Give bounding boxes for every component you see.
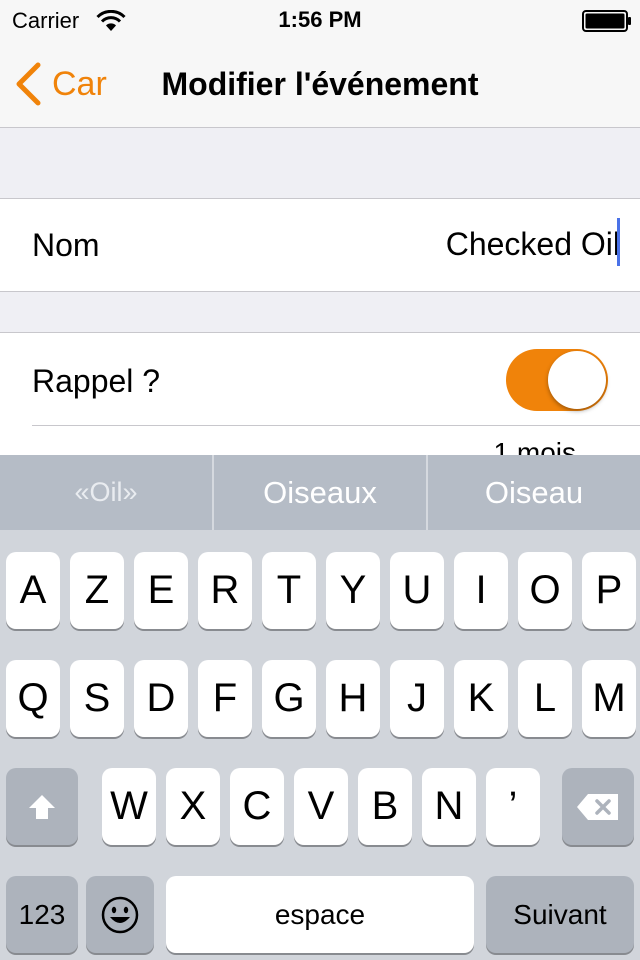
suggestion-2[interactable]: Oiseau [428, 455, 640, 530]
reminder-label: Rappel ? [32, 363, 161, 399]
key-o[interactable]: O [518, 552, 572, 629]
reminder-section: Rappel ? 1 mois [0, 332, 640, 455]
key-j[interactable]: J [390, 660, 444, 737]
key-b[interactable]: B [358, 768, 412, 845]
key-r[interactable]: R [198, 552, 252, 629]
key-g[interactable]: G [262, 660, 316, 737]
shift-icon [29, 794, 55, 819]
key-v[interactable]: V [294, 768, 348, 845]
key-y[interactable]: Y [326, 552, 380, 629]
key-s[interactable]: S [70, 660, 124, 737]
key-l[interactable]: L [518, 660, 572, 737]
navigation-bar: Car Modifier l'événement [0, 40, 640, 128]
key-n[interactable]: N [422, 768, 476, 845]
numbers-key[interactable]: 123 [6, 876, 78, 953]
space-key[interactable]: espace [166, 876, 474, 953]
next-key[interactable]: Suivant [486, 876, 634, 953]
row-divider [32, 425, 640, 426]
key-t[interactable]: T [262, 552, 316, 629]
name-label: Nom [32, 227, 100, 263]
name-cell: Nom [0, 198, 640, 292]
name-input[interactable] [260, 221, 620, 267]
battery-icon [582, 10, 631, 32]
suggestion-1[interactable]: Oiseaux [214, 455, 426, 530]
page-title: Modifier l'événement [161, 66, 479, 102]
key-k[interactable]: K [454, 660, 508, 737]
key-p[interactable]: P [582, 552, 636, 629]
key-q[interactable]: Q [6, 660, 60, 737]
delete-key[interactable] [562, 768, 634, 845]
reminder-toggle[interactable] [506, 349, 608, 411]
status-time: 1:56 PM [278, 7, 362, 32]
suggestion-typed[interactable]: «Oil» [0, 455, 212, 530]
suggestion-bar: «Oil» Oiseaux Oiseau [0, 455, 640, 530]
reminder-interval-value[interactable]: 1 mois [494, 437, 576, 455]
emoji-key[interactable] [86, 876, 154, 953]
keyboard: «Oil» Oiseaux Oiseau A Z E R T Y U I O P… [0, 455, 640, 960]
key-a[interactable]: A [6, 552, 60, 629]
form-content: Nom Rappel ? 1 mois [0, 129, 640, 455]
key-c[interactable]: C [230, 768, 284, 845]
key-e[interactable]: E [134, 552, 188, 629]
key-f[interactable]: F [198, 660, 252, 737]
toggle-knob [548, 351, 606, 409]
text-caret [617, 218, 620, 266]
key-x[interactable]: X [166, 768, 220, 845]
key-z[interactable]: Z [70, 552, 124, 629]
key-w[interactable]: W [102, 768, 156, 845]
key-h[interactable]: H [326, 660, 380, 737]
key-apostrophe[interactable]: ’ [486, 768, 540, 845]
emoji-icon [101, 896, 139, 933]
key-u[interactable]: U [390, 552, 444, 629]
shift-key[interactable] [6, 768, 78, 845]
delete-backspace-icon [577, 793, 618, 820]
key-m[interactable]: M [582, 660, 636, 737]
status-bar: Carrier 1:56 PM [0, 0, 640, 40]
key-d[interactable]: D [134, 660, 188, 737]
key-i[interactable]: I [454, 552, 508, 629]
